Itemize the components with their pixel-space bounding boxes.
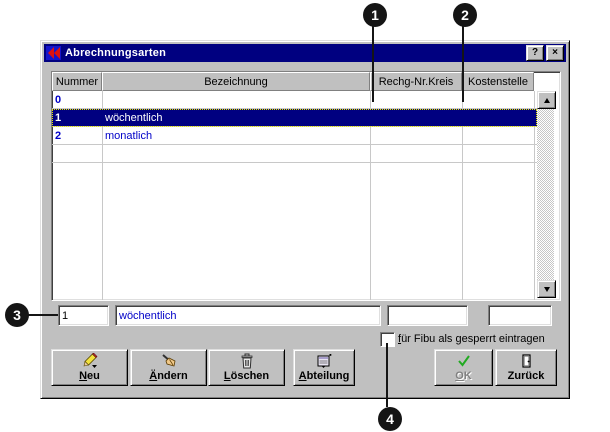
table-row-selected[interactable]: 1 wöchentlich bbox=[52, 109, 537, 127]
app-icon bbox=[46, 46, 61, 60]
window-title: Abrechnungsarten bbox=[65, 47, 524, 59]
callout-badge-1: 1 bbox=[363, 3, 387, 27]
checkbox-label-rest: ür Fibu als gesperrt eintragen bbox=[401, 333, 545, 345]
door-icon bbox=[518, 353, 534, 369]
close-button[interactable]: × bbox=[546, 45, 564, 61]
scroll-down-button[interactable] bbox=[537, 280, 556, 298]
aendern-button-label: Ändern bbox=[149, 371, 188, 382]
ok-button[interactable]: OK bbox=[434, 349, 493, 386]
bezeichnung-field[interactable] bbox=[115, 305, 381, 326]
fibu-gesperrt-checkbox-label: für Fibu als gesperrt eintragen bbox=[398, 333, 545, 345]
kostenstelle-field[interactable] bbox=[488, 305, 552, 326]
zurueck-button[interactable]: Zurück bbox=[495, 349, 557, 386]
table-row-empty bbox=[52, 145, 537, 163]
arrow-down-icon bbox=[544, 287, 550, 292]
table-row[interactable]: 0 bbox=[52, 91, 537, 109]
writing-hand-icon bbox=[161, 353, 177, 369]
column-header-nummer[interactable]: Nummer bbox=[52, 72, 102, 91]
loeschen-button[interactable]: Löschen bbox=[208, 349, 285, 386]
rechg-nr-kreis-field[interactable] bbox=[387, 305, 468, 326]
vertical-scrollbar[interactable] bbox=[537, 91, 554, 296]
callout-badge-2: 2 bbox=[453, 3, 477, 27]
nummer-field[interactable] bbox=[58, 305, 109, 326]
screen: Abrechnungsarten ? × Nummer Bezeichnung … bbox=[0, 0, 610, 432]
titlebar: Abrechnungsarten ? × bbox=[44, 44, 566, 62]
callout-line-4 bbox=[386, 343, 388, 407]
arrow-up-icon bbox=[544, 98, 550, 103]
column-header-rechg-nr-kreis[interactable]: Rechg-Nr.Kreis bbox=[370, 72, 462, 91]
ok-button-label: OK bbox=[455, 371, 472, 382]
cell-bezeichnung: monatlich bbox=[102, 130, 370, 142]
cell-nummer: 0 bbox=[52, 94, 102, 106]
callout-badge-3: 3 bbox=[5, 303, 29, 327]
aendern-button[interactable]: Ändern bbox=[130, 349, 207, 386]
callout-line-1 bbox=[372, 26, 374, 102]
department-form-icon bbox=[316, 353, 332, 369]
neu-button-label: Neu bbox=[79, 371, 100, 382]
neu-button[interactable]: Neu bbox=[51, 349, 128, 386]
callout-line-2 bbox=[462, 26, 464, 102]
help-button[interactable]: ? bbox=[526, 45, 544, 61]
cell-bezeichnung: wöchentlich bbox=[102, 112, 370, 124]
checkmark-icon bbox=[456, 353, 472, 369]
column-header-kostenstelle[interactable]: Kostenstelle bbox=[462, 72, 534, 91]
abrechnungsarten-dialog: Abrechnungsarten ? × Nummer Bezeichnung … bbox=[40, 40, 570, 399]
abteilung-button[interactable]: Abteilung bbox=[293, 349, 355, 386]
column-header-bezeichnung[interactable]: Bezeichnung bbox=[102, 72, 370, 91]
callout-badge-4: 4 bbox=[378, 407, 402, 431]
table-row[interactable]: 2 monatlich bbox=[52, 127, 537, 145]
cell-nummer: 2 bbox=[52, 130, 102, 142]
pencil-icon bbox=[82, 353, 98, 369]
zurueck-button-label: Zurück bbox=[508, 371, 545, 382]
trash-icon bbox=[239, 353, 255, 369]
abteilung-button-label: Abteilung bbox=[299, 371, 350, 382]
scroll-up-button[interactable] bbox=[537, 91, 556, 109]
callout-line-3 bbox=[28, 314, 58, 316]
abrechnungsarten-grid: Nummer Bezeichnung Rechg-Nr.Kreis Kosten… bbox=[51, 71, 561, 301]
cell-nummer: 1 bbox=[52, 112, 102, 124]
loeschen-button-label: Löschen bbox=[224, 371, 269, 382]
